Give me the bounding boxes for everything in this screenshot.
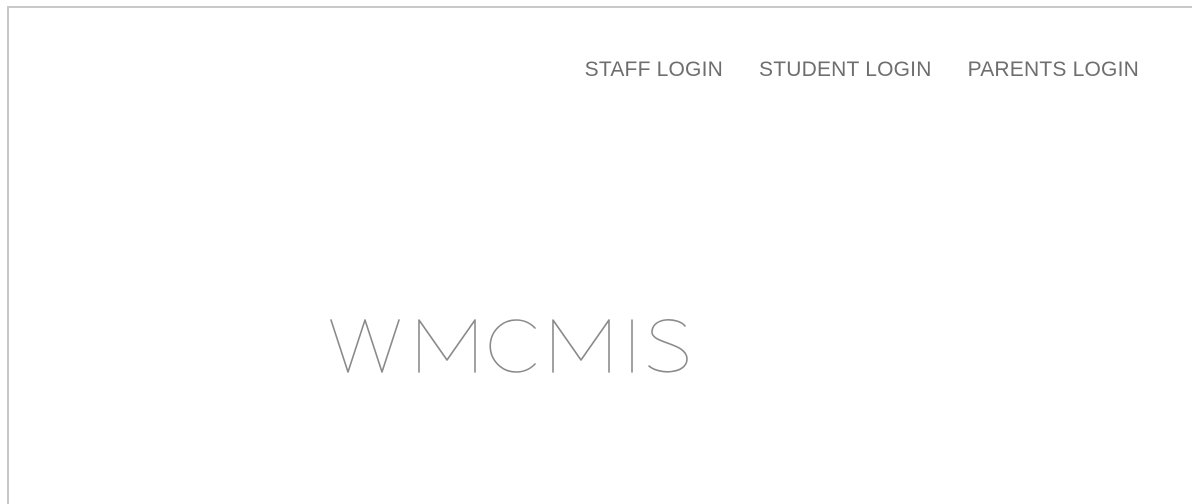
top-nav: STAFF LOGIN STUDENT LOGIN PARENTS LOGIN — [585, 58, 1139, 82]
page-frame: STAFF LOGIN STUDENT LOGIN PARENTS LOGIN — [7, 6, 1192, 504]
brand-logo-graphic — [330, 319, 688, 373]
staff-login-link[interactable]: STAFF LOGIN — [585, 58, 723, 82]
parents-login-link[interactable]: PARENTS LOGIN — [968, 58, 1139, 82]
student-login-link[interactable]: STUDENT LOGIN — [759, 58, 932, 82]
brand-logo — [329, 304, 693, 380]
